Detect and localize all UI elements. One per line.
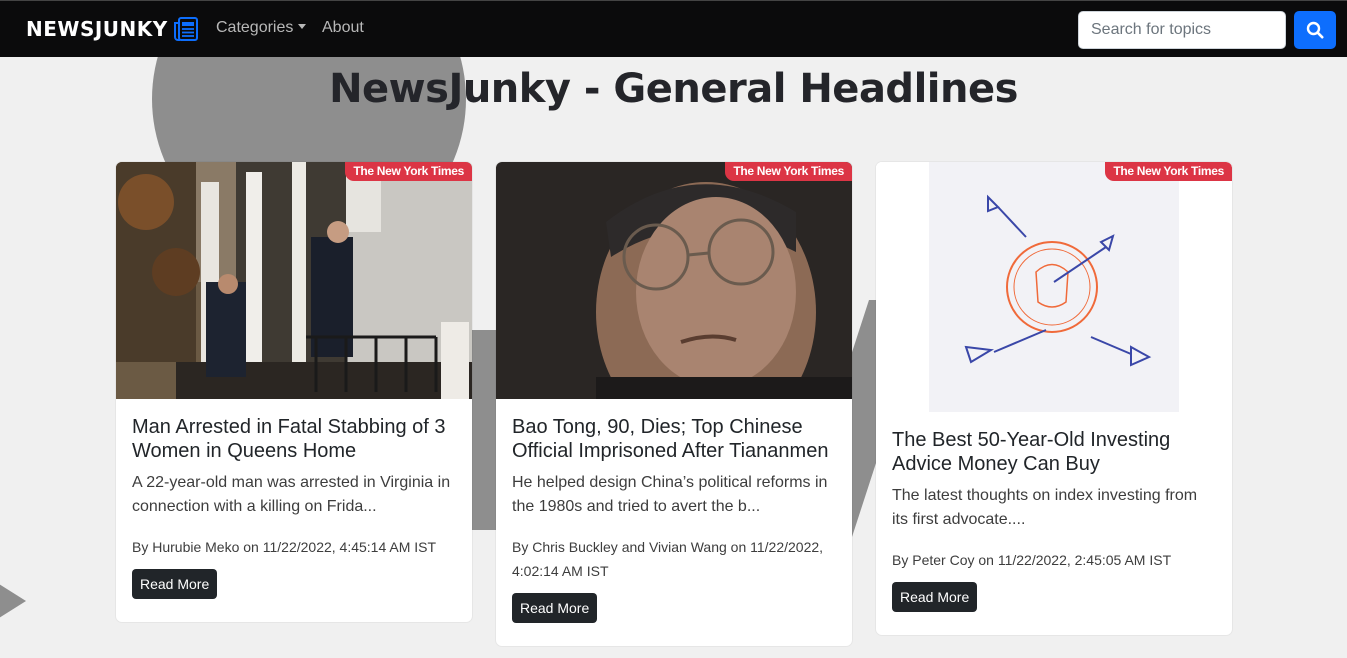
search-input[interactable] — [1078, 11, 1286, 49]
portrait-image — [496, 162, 852, 399]
nav-about-link[interactable]: About — [322, 19, 364, 37]
brand-link[interactable]: NEWSJUNKY — [26, 15, 200, 43]
article-image: The New York Times — [496, 162, 852, 399]
article-meta: By Peter Coy on 11/22/2022, 2:45:05 AM I… — [892, 552, 1172, 568]
caret-down-icon — [298, 24, 307, 29]
darts-seal-image — [876, 162, 1232, 412]
read-more-button[interactable]: Read More — [512, 593, 598, 623]
news-card: The New York Times Bao Tong, 90, Dies; T… — [496, 162, 852, 646]
article-image: The New York Times — [116, 162, 472, 399]
article-image: The New York Times — [876, 162, 1232, 412]
article-title: Bao Tong, 90, Dies; Top Chinese Official… — [512, 416, 829, 462]
article-meta: By Chris Buckley and Vivian Wang on 11/2… — [512, 539, 824, 579]
nav-categories-label: Categories — [216, 19, 294, 36]
background-triangle — [0, 572, 26, 630]
article-title: Man Arrested in Fatal Stabbing of 3 Wome… — [132, 416, 446, 462]
article-description: He helped design China’s political refor… — [512, 474, 828, 515]
search-icon — [1306, 21, 1324, 39]
article-meta: By Hurubie Meko on 11/22/2022, 4:45:14 A… — [132, 539, 437, 555]
read-more-button[interactable]: Read More — [892, 582, 978, 612]
search-button[interactable] — [1294, 11, 1336, 49]
source-badge: The New York Times — [345, 162, 472, 181]
police-scene-image — [116, 162, 472, 399]
read-more-button[interactable]: Read More — [132, 569, 218, 599]
brand-name: NEWSJUNKY — [26, 17, 168, 41]
article-title: The Best 50-Year-Old Investing Advice Mo… — [892, 429, 1171, 475]
newspaper-icon — [173, 17, 198, 41]
article-description: A 22-year-old man was arrested in Virgin… — [132, 474, 451, 515]
nav-categories-dropdown[interactable]: Categories — [216, 19, 307, 37]
page-title: NewsJunky - General Headlines — [329, 66, 1018, 112]
news-card: The New York Times The Best 50-Year-Old … — [876, 162, 1232, 635]
news-card: The New York Times Man Arrested in Fatal… — [116, 162, 472, 622]
card-body: The Best 50-Year-Old Investing Advice Mo… — [876, 412, 1232, 612]
card-body: Man Arrested in Fatal Stabbing of 3 Wome… — [116, 399, 472, 599]
article-description: The latest thoughts on index investing f… — [892, 487, 1198, 528]
source-badge: The New York Times — [1105, 162, 1232, 181]
source-badge: The New York Times — [725, 162, 852, 181]
navbar: NEWSJUNKY Categories About — [0, 0, 1347, 57]
card-body: Bao Tong, 90, Dies; Top Chinese Official… — [496, 399, 852, 623]
